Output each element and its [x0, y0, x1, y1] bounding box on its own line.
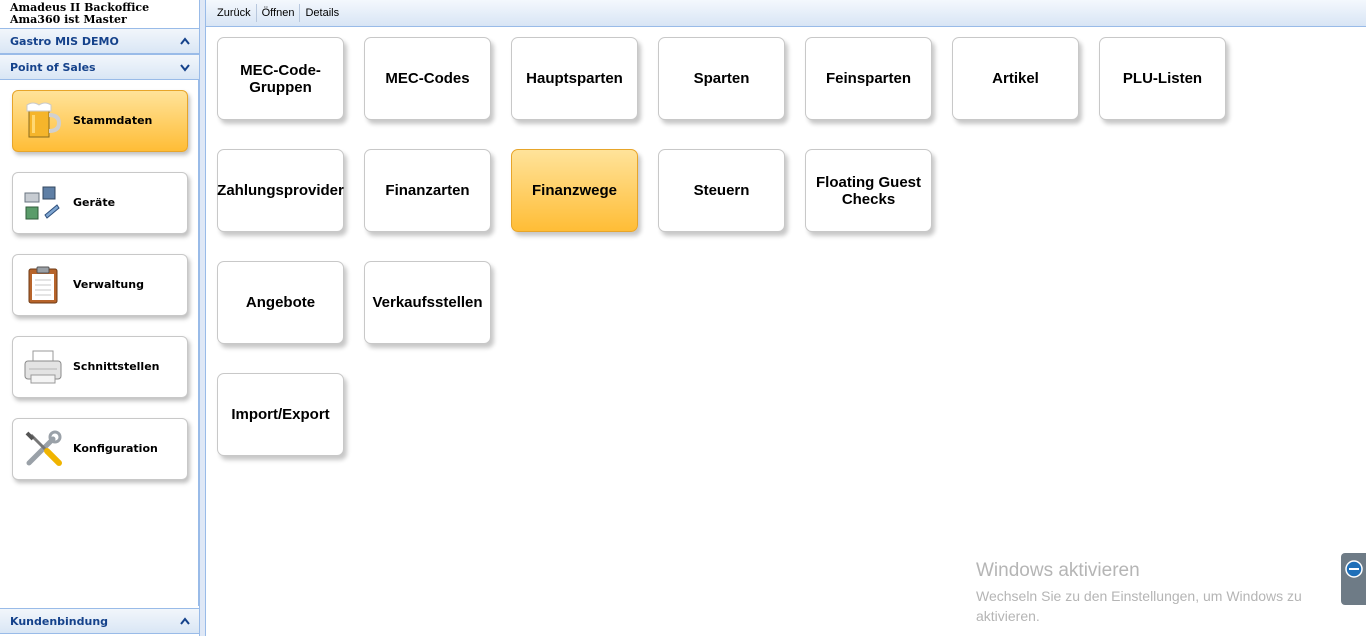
- tile-verkaufsstellen[interactable]: Verkaufsstellen: [364, 261, 491, 344]
- tile-hauptsparten[interactable]: Hauptsparten: [511, 37, 638, 120]
- tile-label: Steuern: [693, 182, 750, 199]
- tile-finanzarten[interactable]: Finanzarten: [364, 149, 491, 232]
- tile-zahlungsprovider[interactable]: Zahlungsprovider: [217, 149, 344, 232]
- tile-plu-listen[interactable]: PLU-Listen: [1099, 37, 1226, 120]
- tile-label: Sparten: [693, 70, 750, 87]
- tile-label: Floating Guest Checks: [816, 174, 921, 208]
- accordion-header-kunden-label: Kundenbindung: [10, 615, 109, 628]
- sidebar-item-label: Schnittstellen: [73, 360, 160, 373]
- tile-label-line1: Floating Guest: [816, 173, 921, 191]
- tile-label: Import/Export: [231, 406, 330, 423]
- sidebar-item-label: Konfiguration: [73, 442, 158, 455]
- tile-label: Finanzwege: [531, 182, 617, 199]
- tile-sparten[interactable]: Sparten: [658, 37, 785, 120]
- sidebar-item-schnittstellen[interactable]: Schnittstellen: [12, 336, 188, 398]
- tile-label: Hauptsparten: [526, 70, 623, 87]
- tile-mec-code-gruppen[interactable]: MEC-Code- Gruppen: [217, 37, 344, 120]
- tile-label: MEC-Codes: [385, 70, 470, 87]
- watermark-title: Windows aktivieren: [976, 560, 1140, 581]
- open-button[interactable]: Öffnen: [257, 4, 301, 22]
- back-button[interactable]: Zurück: [212, 4, 257, 22]
- tile-mec-codes[interactable]: MEC-Codes: [364, 37, 491, 120]
- tile-import-export[interactable]: Import/Export: [217, 373, 344, 456]
- details-button[interactable]: Details: [300, 4, 344, 22]
- main-panel: Zurück Öffnen Details MEC-Code- Gruppen …: [205, 0, 1366, 636]
- chevron-down-icon[interactable]: [179, 55, 191, 79]
- watermark-line2: aktivieren.: [976, 608, 1040, 624]
- sidebar-item-label: Geräte: [73, 196, 116, 209]
- clipboard-icon: [28, 266, 58, 304]
- tools-icon: [25, 430, 62, 466]
- tile-label: PLU-Listen: [1122, 70, 1203, 87]
- tile-angebote[interactable]: Angebote: [217, 261, 344, 344]
- sidebar-item-konfiguration[interactable]: Konfiguration: [12, 418, 188, 480]
- sidebar-item-geraete[interactable]: Geräte: [12, 172, 188, 234]
- pos-panel: Stammdaten Geräte Verwaltung Schnittstel…: [0, 80, 199, 606]
- sidebar-item-label: Stammdaten: [73, 114, 153, 127]
- tile-label-line2: Checks: [841, 190, 896, 208]
- accordion-header-gastro[interactable]: Gastro MIS DEMO: [0, 28, 199, 54]
- sidebar: Amadeus II Backoffice Ama360 ist Master …: [0, 0, 200, 636]
- tile-label: Feinsparten: [825, 70, 912, 87]
- sidebar-item-verwaltung[interactable]: Verwaltung: [12, 254, 188, 316]
- accordion-header-pos[interactable]: Point of Sales: [0, 54, 199, 80]
- chevron-up-icon[interactable]: [179, 29, 191, 53]
- beer-mug-icon: [26, 102, 62, 138]
- remote-arrows-icon: [1345, 560, 1363, 578]
- tile-label-line1: MEC-Code-: [240, 61, 321, 79]
- accordion-header-gastro-label: Gastro MIS DEMO: [10, 35, 119, 48]
- devices-icon: [24, 186, 60, 220]
- watermark-text: Wechseln Sie zu den Einstellungen, um Wi…: [976, 586, 1336, 626]
- accordion-header-kunden[interactable]: Kundenbindung: [0, 608, 199, 634]
- watermark-line1: Wechseln Sie zu den Einstellungen, um Wi…: [976, 588, 1302, 604]
- printer-icon: [24, 350, 62, 384]
- tile-label: Artikel: [992, 70, 1039, 87]
- tile-steuern[interactable]: Steuern: [658, 149, 785, 232]
- tile-label: Finanzarten: [385, 182, 470, 199]
- app-title-line2: Ama360 ist Master: [10, 13, 127, 26]
- windows-activation-watermark: Windows aktivieren Wechseln Sie zu den E…: [976, 560, 1336, 626]
- tile-finanzwege[interactable]: Finanzwege: [511, 149, 638, 232]
- accordion-header-pos-label: Point of Sales: [10, 61, 96, 74]
- tile-floating-guest-checks[interactable]: Floating Guest Checks: [805, 149, 932, 232]
- tile-feinsparten[interactable]: Feinsparten: [805, 37, 932, 120]
- remote-control-widget[interactable]: [1341, 553, 1366, 605]
- chevron-up-icon[interactable]: [179, 609, 191, 633]
- tile-label: MEC-Code- Gruppen: [240, 62, 321, 96]
- tile-artikel[interactable]: Artikel: [952, 37, 1079, 120]
- tile-label: Zahlungsprovider: [217, 182, 344, 199]
- sidebar-item-stammdaten[interactable]: Stammdaten: [12, 90, 188, 152]
- tile-label: Verkaufsstellen: [372, 294, 483, 311]
- sidebar-item-label: Verwaltung: [73, 278, 144, 291]
- app-title: Amadeus II Backoffice Ama360 ist Master: [0, 0, 199, 28]
- toolbar: Zurück Öffnen Details: [206, 0, 1366, 27]
- tile-label: Angebote: [245, 294, 316, 311]
- tile-label-line2: Gruppen: [249, 78, 312, 96]
